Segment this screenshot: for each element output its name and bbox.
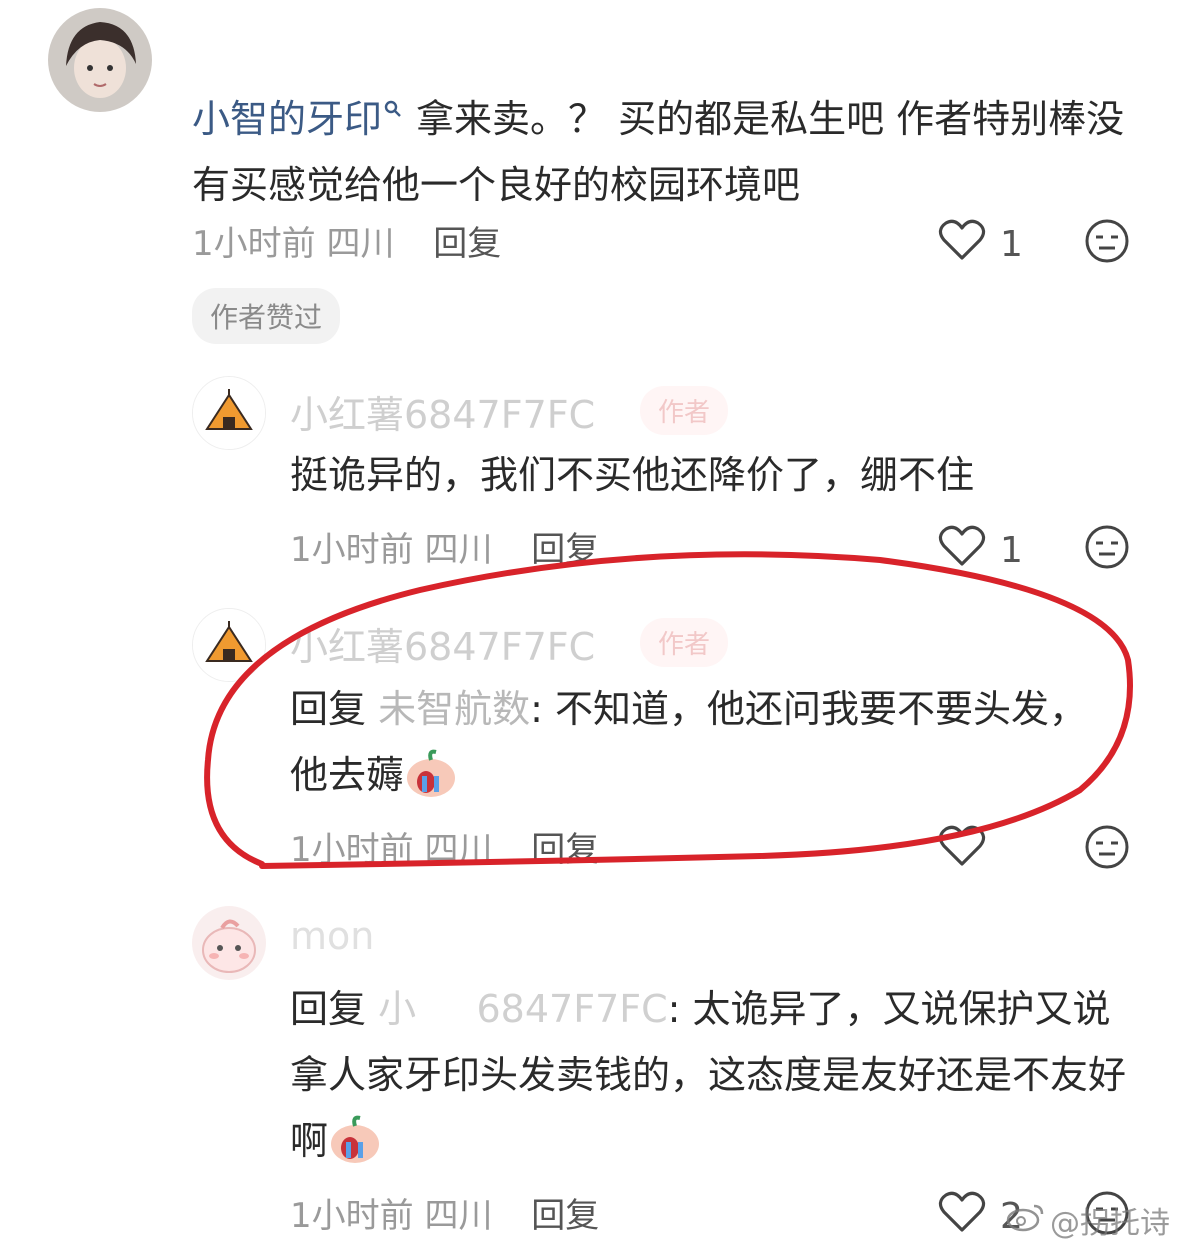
reply-text-block: 回复 未智航数: 不知道，他还问我要不要头发，他去薅 (290, 676, 1110, 818)
like-button[interactable]: 1 (938, 218, 1023, 271)
reply-username[interactable]: mon (290, 914, 374, 958)
reply-time: 1小时前 (290, 830, 414, 870)
heart-icon (938, 824, 986, 877)
reply-button[interactable]: 回复 (531, 830, 599, 870)
avatar[interactable] (192, 376, 266, 450)
reply-location: 四川 (424, 830, 493, 870)
crying-peach-emoji-icon (404, 748, 458, 818)
watermark-text: @拐托诗 (1050, 1206, 1170, 1241)
author-badge: 作者 (640, 618, 729, 667)
comment-time: 1小时前 (192, 224, 316, 264)
watermark: @拐托诗 (1006, 1198, 1170, 1242)
heart-icon (938, 1190, 986, 1243)
neutral-face-icon (1084, 219, 1130, 268)
reply-text-block: 回复 小 6847F7FC: 太诡异了，又说保护又说拿人家牙印头发卖钱的，这态度… (290, 976, 1130, 1184)
dislike-button[interactable] (1084, 524, 1130, 574)
neutral-face-icon (1084, 525, 1130, 574)
reply-button[interactable]: 回复 (531, 1196, 599, 1236)
comment-meta: 1小时前 四川 回复 (192, 216, 501, 265)
avatar[interactable] (192, 906, 266, 980)
like-button[interactable] (938, 824, 1000, 877)
crying-peach-emoji-icon (328, 1114, 382, 1184)
reply-username[interactable]: 小红薯6847F7FC (290, 616, 595, 671)
heart-icon (938, 218, 986, 271)
neutral-face-icon (1084, 825, 1130, 874)
like-button[interactable]: 1 (938, 524, 1023, 577)
reply-prefix: 回复 (290, 987, 367, 1031)
weibo-logo-icon (1006, 1200, 1046, 1240)
reply-meta: 1小时前 四川 回复 (290, 1188, 599, 1237)
dislike-button[interactable] (1084, 218, 1130, 268)
like-count: 1 (1000, 530, 1023, 571)
dislike-button[interactable] (1084, 824, 1130, 874)
avatar[interactable] (192, 608, 266, 682)
mention-user[interactable]: 未智航数 (378, 687, 530, 731)
reply-button[interactable]: 回复 (531, 530, 599, 570)
magnifier-icon[interactable] (384, 72, 402, 138)
reply-text: 挺诡异的，我们不买他还降价了，绷不住 (290, 453, 975, 497)
reply-prefix: 回复 (290, 687, 367, 731)
mention-user[interactable]: 小 6847F7FC (378, 987, 668, 1031)
reply-username[interactable]: 小红薯6847F7FC (290, 384, 595, 439)
like-count: 1 (1000, 224, 1023, 265)
reply-location: 四川 (424, 1196, 493, 1236)
author-badge: 作者 (640, 386, 729, 435)
reply-meta: 1小时前 四川 回复 (290, 522, 599, 571)
comment-text-block: 小智的牙印 拿来卖。？ 买的都是私生吧 作者特别棒没有买感觉给他一个良好的校园环境… (192, 72, 1132, 218)
heart-icon (938, 524, 986, 577)
reply-location: 四川 (424, 530, 493, 570)
author-liked-badge: 作者赞过 (192, 288, 341, 344)
reply-meta: 1小时前 四川 回复 (290, 822, 599, 871)
comment-location: 四川 (326, 224, 395, 264)
avatar[interactable] (48, 8, 152, 112)
reply-button[interactable]: 回复 (433, 224, 501, 264)
reply-time: 1小时前 (290, 530, 414, 570)
comment-username[interactable]: 小智的牙印 (192, 97, 382, 141)
reply-time: 1小时前 (290, 1196, 414, 1236)
